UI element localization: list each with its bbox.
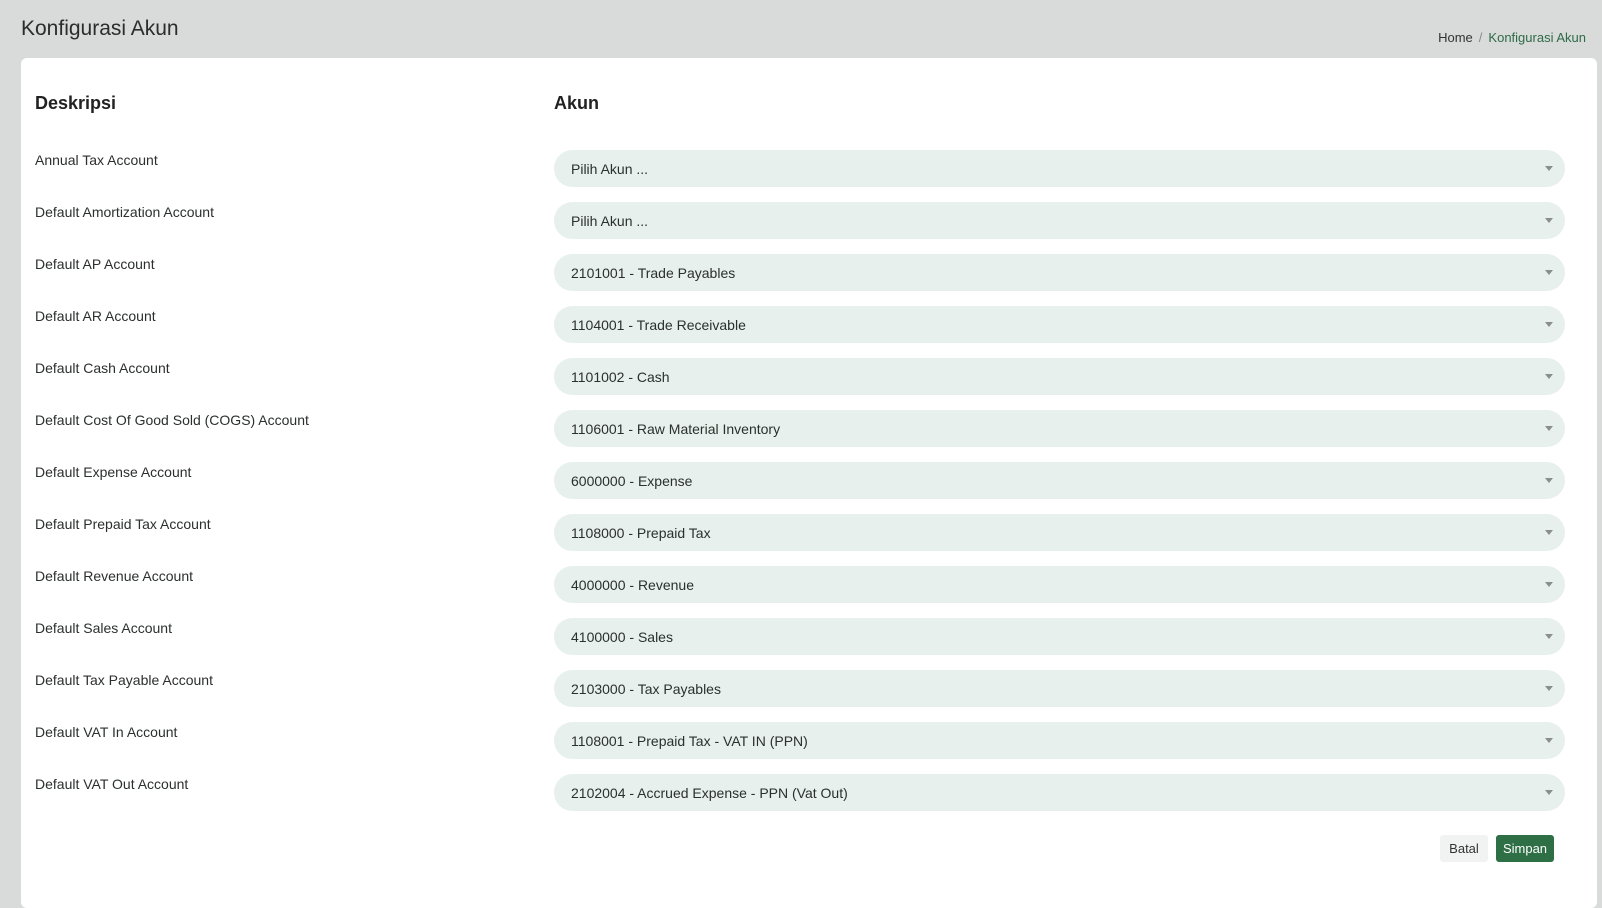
table-row: Default Sales Account 4100000 - Sales [21, 618, 1597, 670]
account-config-card: Deskripsi Akun Annual Tax Account Pilih A… [21, 58, 1597, 908]
account-select-value: 2102004 - Accrued Expense - PPN (Vat Out… [571, 785, 848, 801]
account-select[interactable]: 4000000 - Revenue [554, 566, 1565, 603]
account-select[interactable]: 4100000 - Sales [554, 618, 1565, 655]
table-row: Default AP Account 2101001 - Trade Payabl… [21, 254, 1597, 306]
breadcrumb-home-link[interactable]: Home [1438, 30, 1473, 45]
chevron-down-icon [1545, 478, 1553, 483]
table-row: Default VAT Out Account 2102004 - Accrued… [21, 774, 1597, 826]
account-select[interactable]: 2102004 - Accrued Expense - PPN (Vat Out… [554, 774, 1565, 811]
chevron-down-icon [1545, 738, 1553, 743]
account-select[interactable]: 6000000 - Expense [554, 462, 1565, 499]
account-select[interactable]: 2101001 - Trade Payables [554, 254, 1565, 291]
chevron-down-icon [1545, 790, 1553, 795]
account-select-value: 4100000 - Sales [571, 629, 673, 645]
account-description-label: Default Cost Of Good Sold (COGS) Account [35, 412, 309, 428]
account-select-value: 1108000 - Prepaid Tax [571, 525, 711, 541]
table-row: Default Prepaid Tax Account 1108000 - Pre… [21, 514, 1597, 566]
account-description-label: Annual Tax Account [35, 152, 158, 168]
breadcrumb: Home / Konfigurasi Akun [1438, 30, 1586, 45]
account-select-value: 1101002 - Cash [571, 369, 670, 385]
chevron-down-icon [1545, 218, 1553, 223]
account-description-label: Default Prepaid Tax Account [35, 516, 211, 532]
account-select-value: 1106001 - Raw Material Inventory [571, 421, 781, 437]
chevron-down-icon [1545, 634, 1553, 639]
account-select[interactable]: 1108001 - Prepaid Tax - VAT IN (PPN) [554, 722, 1565, 759]
column-header-account: Akun [554, 93, 599, 113]
table-row: Default Revenue Account 4000000 - Revenue [21, 566, 1597, 618]
page-header: Konfigurasi Akun Home / Konfigurasi Akun [21, 0, 1586, 58]
account-select-value: 1108001 - Prepaid Tax - VAT IN (PPN) [571, 733, 808, 749]
account-select-value: 2103000 - Tax Payables [571, 681, 721, 697]
account-rows: Annual Tax Account Pilih Akun ... Default … [21, 150, 1597, 826]
account-select-value: 4000000 - Revenue [571, 577, 694, 593]
account-select[interactable]: 1108000 - Prepaid Tax [554, 514, 1565, 551]
table-row: Default Tax Payable Account 2103000 - Tax… [21, 670, 1597, 722]
table-row: Default Cost Of Good Sold (COGS) Account… [21, 410, 1597, 462]
account-select-value: Pilih Akun ... [571, 213, 649, 229]
account-description-label: Default VAT In Account [35, 724, 178, 740]
account-description-label: Default Sales Account [35, 620, 172, 636]
save-button[interactable]: Simpan [1496, 835, 1554, 862]
table-row: Default Amortization Account Pilih Akun .… [21, 202, 1597, 254]
table-row: Default Expense Account 6000000 - Expense [21, 462, 1597, 514]
chevron-down-icon [1545, 270, 1553, 275]
account-select-value: 2101001 - Trade Payables [571, 265, 736, 281]
account-select[interactable]: 1101002 - Cash [554, 358, 1565, 395]
account-select-value: Pilih Akun ... [571, 161, 649, 177]
table-row: Default AR Account 1104001 - Trade Receiv… [21, 306, 1597, 358]
account-description-label: Default AP Account [35, 256, 155, 272]
account-description-label: Default AR Account [35, 308, 156, 324]
column-header-description: Deskripsi [35, 93, 117, 113]
account-select[interactable]: Pilih Akun ... [554, 202, 1565, 239]
account-description-label: Default Cash Account [35, 360, 170, 376]
chevron-down-icon [1545, 166, 1553, 171]
account-description-label: Default VAT Out Account [35, 776, 189, 792]
account-select[interactable]: Pilih Akun ... [554, 150, 1565, 187]
breadcrumb-separator: / [1478, 30, 1483, 45]
account-select-value: 1104001 - Trade Receivable [571, 317, 746, 333]
chevron-down-icon [1545, 426, 1553, 431]
table-row: Default VAT In Account 1108001 - Prepaid … [21, 722, 1597, 774]
account-description-label: Default Expense Account [35, 464, 192, 480]
account-description-label: Default Revenue Account [35, 568, 193, 584]
table-row: Annual Tax Account Pilih Akun ... [21, 150, 1597, 202]
chevron-down-icon [1545, 686, 1553, 691]
chevron-down-icon [1545, 374, 1553, 379]
chevron-down-icon [1545, 322, 1553, 327]
account-select[interactable]: 1106001 - Raw Material Inventory [554, 410, 1565, 447]
account-select-value: 6000000 - Expense [571, 473, 693, 489]
cancel-button[interactable]: Batal [1440, 835, 1488, 862]
page-title: Konfigurasi Akun [21, 17, 179, 40]
account-select[interactable]: 1104001 - Trade Receivable [554, 306, 1565, 343]
account-description-label: Default Amortization Account [35, 204, 214, 220]
chevron-down-icon [1545, 530, 1553, 535]
breadcrumb-current: Konfigurasi Akun [1488, 30, 1586, 45]
account-select[interactable]: 2103000 - Tax Payables [554, 670, 1565, 707]
account-description-label: Default Tax Payable Account [35, 672, 213, 688]
chevron-down-icon [1545, 582, 1553, 587]
table-row: Default Cash Account 1101002 - Cash [21, 358, 1597, 410]
